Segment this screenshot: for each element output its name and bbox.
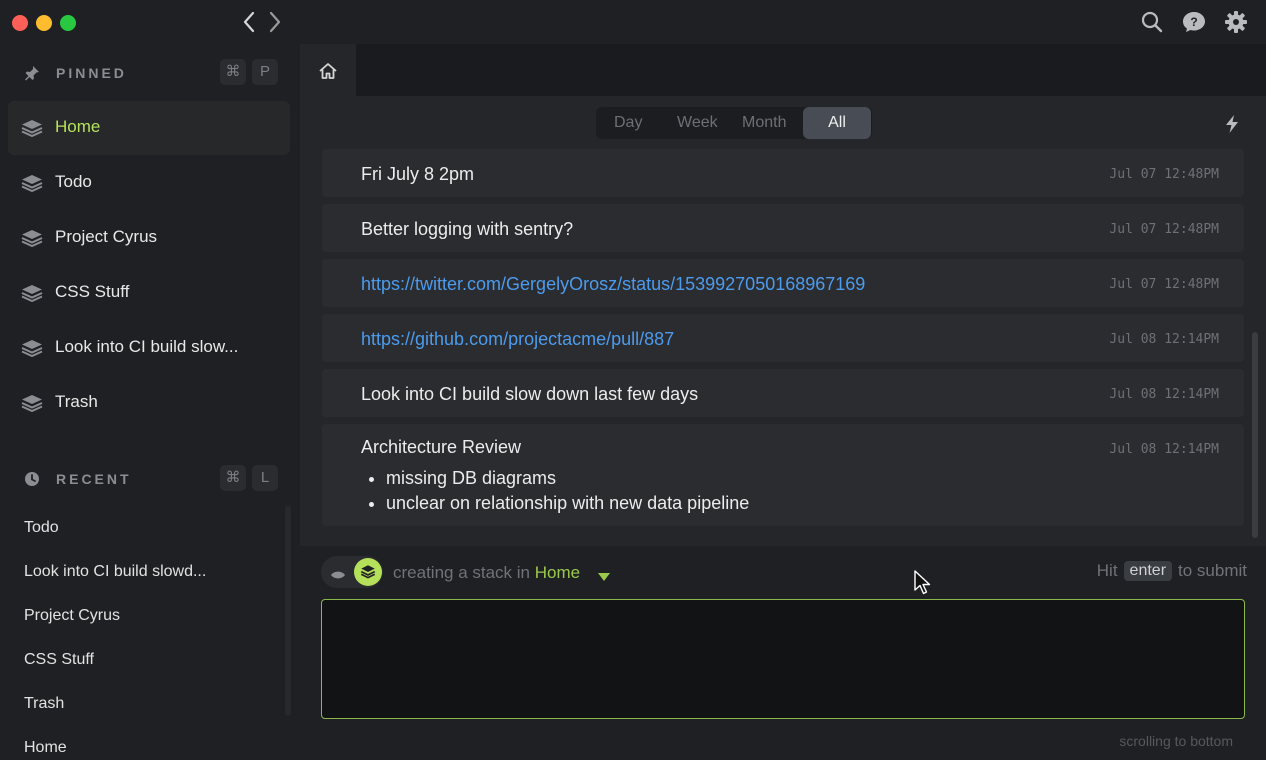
stack-icon <box>20 229 44 252</box>
lightning-icon[interactable] <box>1224 114 1240 139</box>
item-timestamp: Jul 08 12:14PM <box>1109 332 1219 347</box>
caret-down-icon[interactable] <box>598 568 610 586</box>
composer-prefix: creating a stack in <box>393 563 535 582</box>
eye-icon <box>330 567 346 585</box>
bullet-item: missing DB diagrams <box>386 466 749 491</box>
enter-key-badge: enter <box>1123 561 1173 581</box>
time-filter: Day Week Month All <box>596 107 872 139</box>
sidebar-item-css-stuff[interactable]: CSS Stuff <box>8 266 290 320</box>
sidebar-item-ci-build[interactable]: Look into CI build slow... <box>8 321 290 375</box>
filter-month[interactable]: Month <box>742 107 786 139</box>
pinned-shortcut-p-key: P <box>252 59 278 85</box>
recent-item-todo[interactable]: Todo <box>24 519 59 537</box>
sidebar-item-todo[interactable]: Todo <box>8 156 290 210</box>
composer-location[interactable]: Home <box>535 563 580 582</box>
sidebar-item-label: Project Cyrus <box>55 227 158 246</box>
stack-input[interactable] <box>321 599 1245 719</box>
composer: creating a stack in Home Hit enter to su… <box>300 546 1266 760</box>
list-item[interactable]: https://twitter.com/GergelyOrosz/status/… <box>322 259 1244 307</box>
item-text: Better logging with sentry? <box>361 219 574 239</box>
chevron-left-icon[interactable] <box>240 9 258 35</box>
filter-day[interactable]: Day <box>614 107 642 139</box>
stack-icon <box>20 119 44 142</box>
history-navigation <box>240 9 284 35</box>
filter-week[interactable]: Week <box>677 107 718 139</box>
bullet-item: unclear on relationship with new data pi… <box>386 491 749 516</box>
filter-all[interactable]: All <box>803 107 871 139</box>
clock-icon <box>24 471 40 492</box>
sidebar-item-trash[interactable]: Trash <box>8 376 290 430</box>
chevron-right-icon[interactable] <box>266 9 284 35</box>
stack-icon <box>20 394 44 417</box>
item-bullets: missing DB diagrams unclear on relations… <box>361 466 749 516</box>
item-timestamp: Jul 07 12:48PM <box>1109 277 1219 292</box>
item-timestamp: Jul 07 12:48PM <box>1109 167 1219 182</box>
hint-prefix: Hit <box>1096 561 1118 580</box>
sidebar-item-project-cyrus[interactable]: Project Cyrus <box>8 211 290 265</box>
sidebar-item-label: Look into CI build slow... <box>55 337 239 356</box>
item-text: Look into CI build slow down last few da… <box>361 384 699 404</box>
list-item[interactable]: https://github.com/projectacme/pull/887 … <box>322 314 1244 362</box>
item-text: Architecture Review <box>361 437 522 457</box>
tab-bar <box>300 44 1266 96</box>
mouse-cursor-icon <box>914 570 932 601</box>
list-item[interactable]: Architecture Review Jul 08 12:14PM missi… <box>322 424 1244 526</box>
item-timestamp: Jul 08 12:14PM <box>1109 442 1219 457</box>
stack-icon <box>20 339 44 362</box>
list-item[interactable]: Fri July 8 2pm Jul 07 12:48PM <box>322 149 1244 197</box>
pinned-shortcut-cmd-key: ⌘ <box>220 59 246 85</box>
item-text: Fri July 8 2pm <box>361 164 475 184</box>
recent-item-project-cyrus[interactable]: Project Cyrus <box>24 607 120 625</box>
scroll-status: scrolling to bottom <box>1119 733 1233 749</box>
stack-icon <box>20 174 44 197</box>
window-controls <box>12 15 76 31</box>
recent-shortcut-l-key: L <box>252 465 278 491</box>
recent-item-ci-build[interactable]: Look into CI build slowd... <box>24 563 206 581</box>
list-item[interactable]: Better logging with sentry? Jul 07 12:48… <box>322 204 1244 252</box>
recent-shortcut-cmd-key: ⌘ <box>220 465 246 491</box>
stack-icon <box>20 284 44 307</box>
minimize-window-button[interactable] <box>36 15 52 31</box>
main-panel: Day Week Month All Fri July 8 2pm Jul 07… <box>300 0 1266 760</box>
sidebar: PINNED ⌘ P Home Todo Project Cyrus CSS S… <box>0 44 300 760</box>
pin-icon <box>24 65 40 86</box>
item-timestamp: Jul 07 12:48PM <box>1109 222 1219 237</box>
recent-item-home[interactable]: Home <box>24 739 67 757</box>
item-timestamp: Jul 08 12:14PM <box>1109 387 1219 402</box>
recent-item-css-stuff[interactable]: CSS Stuff <box>24 651 94 669</box>
recent-section-title: RECENT <box>56 471 132 487</box>
sidebar-scrollbar[interactable] <box>285 506 291 716</box>
composer-target: creating a stack in Home <box>393 563 580 583</box>
sidebar-item-label: Todo <box>55 172 92 191</box>
pinned-section-header: PINNED ⌘ P <box>0 56 300 90</box>
item-link[interactable]: https://twitter.com/GergelyOrosz/status/… <box>361 274 865 295</box>
recent-section-header: RECENT ⌘ L <box>0 462 300 496</box>
item-link[interactable]: https://github.com/projectacme/pull/887 <box>361 329 674 350</box>
sidebar-item-label: CSS Stuff <box>55 282 130 301</box>
hint-suffix: to submit <box>1178 561 1247 580</box>
list-item[interactable]: Look into CI build slow down last few da… <box>322 369 1244 417</box>
close-window-button[interactable] <box>12 15 28 31</box>
content-scrollbar[interactable] <box>1252 332 1258 538</box>
tab-home[interactable] <box>300 44 356 96</box>
sidebar-item-home[interactable]: Home <box>8 101 290 155</box>
recent-item-trash[interactable]: Trash <box>24 695 64 713</box>
sidebar-item-label: Trash <box>55 392 98 411</box>
submit-hint: Hit enter to submit <box>1097 561 1247 581</box>
composer-mode-toggle[interactable] <box>321 556 383 588</box>
stack-mode-knob[interactable] <box>354 558 382 586</box>
zoom-window-button[interactable] <box>60 15 76 31</box>
sidebar-item-label: Home <box>55 117 101 136</box>
stack-content: Day Week Month All Fri July 8 2pm Jul 07… <box>300 96 1266 546</box>
pinned-section-title: PINNED <box>56 65 127 81</box>
